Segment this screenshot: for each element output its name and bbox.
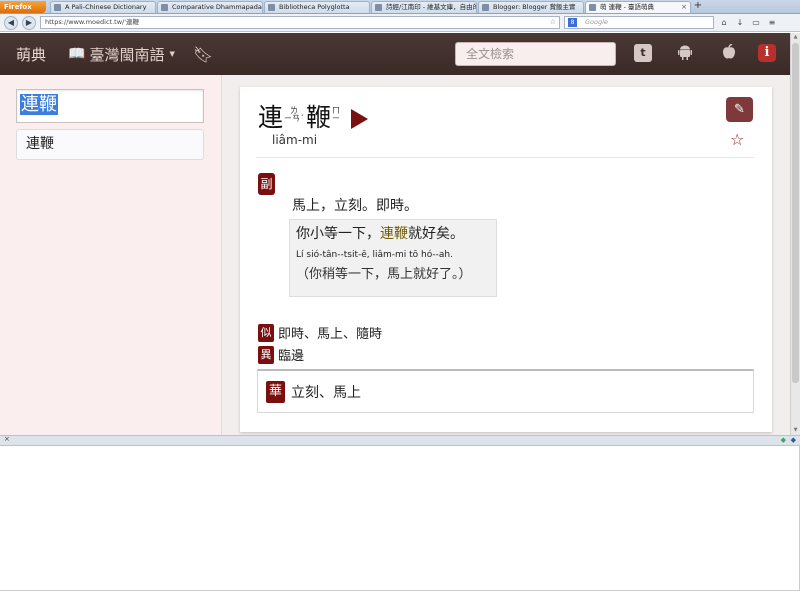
query-input[interactable]: 連鞭 — [16, 89, 204, 123]
antonyms-text[interactable]: 臨邊 — [278, 345, 304, 364]
tab-label: 詩經/江南印 - 維基文庫，自由的... — [386, 3, 477, 11]
home-icon[interactable]: ⌂ — [718, 17, 730, 29]
google-icon: 8 — [568, 18, 577, 27]
favicon-icon — [161, 4, 168, 11]
example-text: 你小等一下， — [296, 226, 380, 242]
fulltext-search-input[interactable]: 全文檢索 — [455, 42, 616, 66]
sidebar: 連鞭 連鞭 — [0, 75, 222, 435]
tab-label: 萌 連鞭 - 臺語萌典 — [600, 3, 655, 11]
browser-tab-active[interactable]: 萌 連鞭 - 臺語萌典 × — [585, 1, 691, 13]
play-audio-icon[interactable] — [351, 109, 369, 129]
scroll-up-icon[interactable]: ▲ — [791, 33, 800, 42]
entry-card: 連 ㄌㄧㄢˊ 鞭 ㄇㄧ liâm-mi ✎ ☆ 副 馬上，立刻。即時。 你小等一… — [240, 87, 772, 432]
addon-icon[interactable]: ◆ — [781, 436, 786, 444]
browser-nav-bar: ◀ ▶ https://www.moedict.tw/'連鞭 ☆ 8 Google … — [0, 14, 800, 32]
tab-label: Blogger: Blogger 賞飯主實 — [493, 3, 576, 11]
pencil-icon: ✎ — [734, 102, 745, 117]
browser-tab[interactable]: Comparative Dhammapada - ... — [157, 1, 263, 13]
url-bar[interactable]: https://www.moedict.tw/'連鞭 ☆ — [40, 16, 560, 29]
tab-label: A Pali-Chinese Dictionary — [65, 3, 147, 11]
site-logo[interactable]: 萌典 — [16, 44, 50, 65]
page-scrollbar[interactable]: ▲ ▼ — [790, 33, 800, 435]
dictionary-name: 臺灣閩南語 — [89, 45, 165, 64]
synonyms-row: 似 即時、馬上、隨時 — [258, 323, 382, 342]
firefox-menu-button[interactable]: Firefox — [0, 1, 46, 13]
zhuyin-1-bottom: ㄧㄢˊ — [284, 114, 305, 123]
browser-tab[interactable]: Blogger: Blogger 賞飯主實 — [478, 1, 584, 13]
back-button[interactable]: ◀ — [4, 15, 18, 30]
favorite-star-icon[interactable]: ☆ — [730, 130, 744, 149]
edit-button[interactable]: ✎ — [726, 97, 753, 122]
bookmark-icon[interactable]: 🔖︎ — [193, 45, 213, 64]
result-item[interactable]: 連鞭 — [16, 129, 204, 160]
scroll-down-icon[interactable]: ▼ — [791, 426, 800, 435]
scroll-thumb[interactable] — [792, 43, 799, 383]
definition: 馬上，立刻。即時。 — [292, 198, 418, 214]
forward-button[interactable]: ▶ — [22, 15, 36, 30]
twitter-icon[interactable]: t — [634, 44, 652, 62]
mandarin-badge: 華 — [266, 381, 285, 403]
zhuyin-1: ㄌㄧㄢˊ — [284, 107, 304, 123]
antonyms-row: 異 臨邊 — [258, 345, 304, 364]
example-hanzi: 你小等一下，連鞭就好矣。 — [296, 223, 490, 245]
example-translation: （你稍等一下，馬上就好了。） — [296, 267, 472, 282]
tab-label: Bibliotheca Polyglotta — [279, 3, 350, 11]
bookmark-star-icon[interactable]: ☆ — [550, 17, 556, 28]
url-text: https://www.moedict.tw/'連鞭 — [45, 18, 139, 26]
search-placeholder: Google — [585, 18, 608, 26]
main-content: 連 ㄌㄧㄢˊ 鞭 ㄇㄧ liâm-mi ✎ ☆ 副 馬上，立刻。即時。 你小等一… — [222, 75, 790, 435]
app-header: 萌典 📖 臺灣閩南語 ▼ 🔖︎ 全文檢索 t i — [0, 33, 790, 75]
entry-title: 連 ㄌㄧㄢˊ 鞭 ㄇㄧ — [258, 101, 369, 135]
addon-icon[interactable]: ◆ — [791, 436, 796, 444]
book-icon: 📖 — [68, 46, 86, 62]
browser-search-input[interactable]: 8 Google — [564, 16, 714, 29]
zhuyin-2-bottom: ㄧ — [332, 114, 341, 123]
favicon-icon — [54, 4, 61, 11]
browser-tab-strip: Firefox A Pali-Chinese Dictionary Compar… — [0, 0, 800, 14]
example-romanization: Lí sió-tân--tsit-ē, liâm-mi tō hó--ah. — [296, 250, 453, 260]
browser-status-bar: × ◆ ◆ — [0, 435, 800, 446]
menu-icon[interactable]: ≡ — [766, 17, 778, 29]
apple-icon[interactable] — [720, 43, 738, 62]
antonym-badge: 異 — [258, 345, 274, 364]
favicon-icon — [268, 4, 275, 11]
example-highlight[interactable]: 連鞭 — [380, 226, 408, 242]
entry-char-2: 鞭 — [306, 103, 332, 132]
synonyms-text[interactable]: 即時、馬上、隨時 — [278, 323, 382, 342]
mandarin-box: 華 立刻、馬上 — [257, 369, 754, 413]
info-icon[interactable]: i — [758, 44, 776, 62]
favicon-icon — [482, 4, 489, 11]
divider — [256, 157, 754, 158]
browser-tab[interactable]: 詩經/江南印 - 維基文庫，自由的... — [371, 1, 477, 13]
zhuyin-2: ㄇㄧ — [332, 107, 340, 123]
example-box: 你小等一下，連鞭就好矣。 Lí sió-tân--tsit-ē, liâm-mi… — [289, 219, 497, 297]
tab-label: Comparative Dhammapada - ... — [172, 3, 262, 11]
download-icon[interactable]: ↓ — [734, 17, 746, 29]
part-of-speech-badge: 副 — [258, 173, 275, 195]
android-icon[interactable] — [676, 44, 694, 62]
blank-area — [0, 446, 800, 591]
browser-tab[interactable]: A Pali-Chinese Dictionary — [50, 1, 156, 13]
window-icon[interactable]: ▭ — [750, 17, 762, 29]
favicon-icon — [375, 4, 382, 11]
synonym-badge: 似 — [258, 323, 274, 342]
dictionary-selector[interactable]: 📖 臺灣閩南語 ▼ — [68, 44, 175, 65]
close-tab-icon[interactable]: × — [681, 2, 687, 13]
caret-down-icon: ▼ — [169, 50, 175, 58]
new-tab-button[interactable]: + — [692, 1, 704, 13]
romanization: liâm-mi — [272, 133, 318, 147]
example-text: 就好矣。 — [408, 226, 464, 242]
entry-char-1: 連 — [258, 103, 284, 132]
browser-tab[interactable]: Bibliotheca Polyglotta — [264, 1, 370, 13]
close-icon[interactable]: × — [4, 435, 10, 443]
favicon-icon — [589, 4, 596, 11]
mandarin-text[interactable]: 立刻、馬上 — [291, 382, 361, 402]
query-text: 連鞭 — [20, 94, 58, 115]
